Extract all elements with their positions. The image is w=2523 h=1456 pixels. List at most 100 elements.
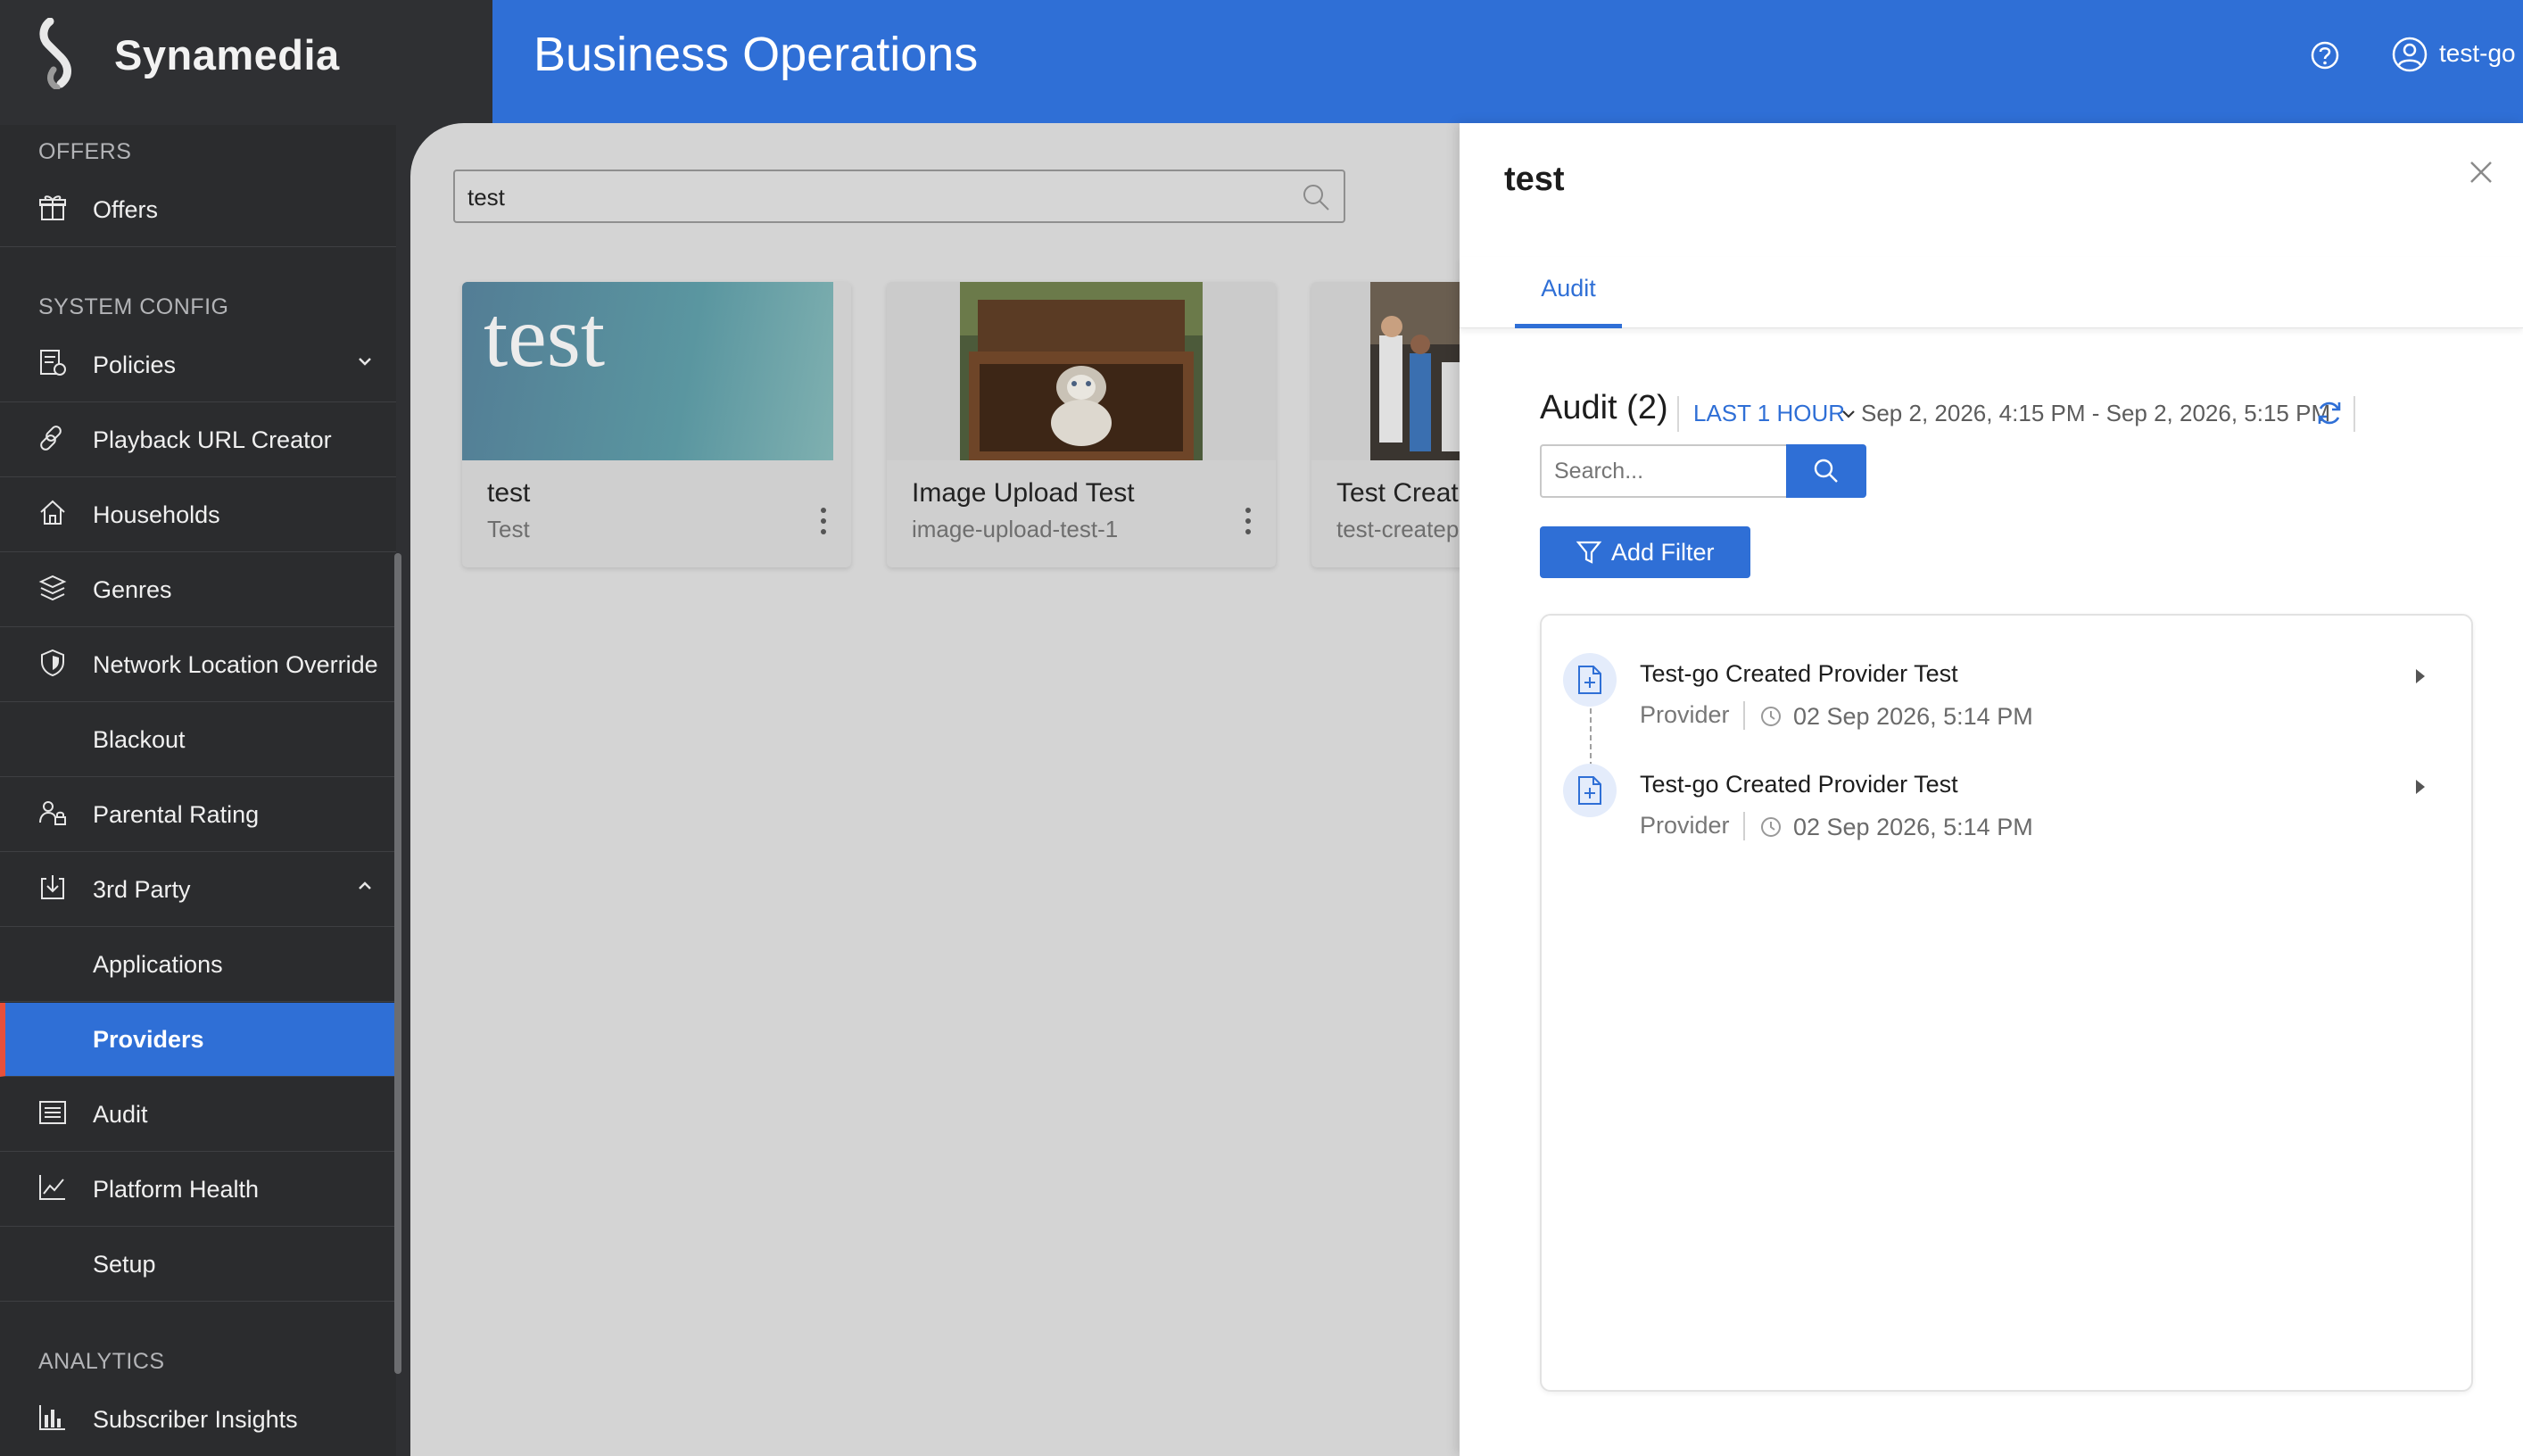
sidebar-item-policies[interactable]: Policies: [0, 328, 396, 402]
audit-entry[interactable]: Test-go Created Provider Test Provider 0…: [1563, 764, 2455, 862]
card-subtitle: test-createp: [1336, 516, 1460, 542]
card-subtitle: image-upload-test-1: [912, 516, 1119, 542]
audit-search-button[interactable]: [1786, 444, 1866, 498]
sidebar-item-setup[interactable]: Setup: [0, 1228, 396, 1302]
chevron-up-icon: [359, 881, 371, 889]
sidebar-item-label: Parental Rating: [93, 801, 260, 828]
document-add-icon: [1563, 653, 1617, 707]
sidebar-item-households[interactable]: Households: [0, 478, 396, 552]
provider-card[interactable]: test test Test: [462, 282, 851, 567]
brand: Synamedia: [0, 0, 492, 116]
provider-card[interactable]: Image Upload Test image-upload-test-1: [887, 282, 1276, 567]
card-subtitle: Test: [487, 516, 530, 542]
expand-caret-icon[interactable]: [2411, 776, 2428, 798]
expand-caret-icon[interactable]: [2411, 666, 2428, 687]
sidebar-item-playback-url-creator[interactable]: Playback URL Creator: [0, 403, 396, 477]
audit-entry-type: Provider: [1640, 812, 1730, 839]
sidebar-item-label: Playback URL Creator: [93, 426, 332, 453]
user-name[interactable]: test-go: [2439, 39, 2516, 68]
home-icon: [37, 498, 68, 528]
divider: [1743, 812, 1745, 840]
sidebar-item-genres[interactable]: Genres: [0, 553, 396, 627]
time-range-select[interactable]: LAST 1 HOUR: [1693, 400, 1845, 427]
filter-icon: [1576, 541, 1602, 564]
more-options-icon[interactable]: [1242, 503, 1254, 539]
audit-list: Test-go Created Provider Test Provider 0…: [1540, 614, 2473, 1392]
sidebar-item-blackout[interactable]: Blackout: [0, 703, 396, 777]
audit-entry-time: 02 Sep 2026, 5:14 PM: [1793, 703, 2033, 730]
clock-icon: [1761, 707, 1781, 726]
sidebar-item-label: Applications: [93, 951, 223, 978]
bar-chart-icon: [37, 1402, 68, 1433]
search-icon[interactable]: [1301, 182, 1331, 212]
suitcase-cat-image: [960, 282, 1203, 460]
sidebar-item-label: Households: [93, 501, 220, 528]
audit-search-input[interactable]: [1540, 444, 1786, 498]
divider: [1677, 396, 1679, 432]
refresh-icon[interactable]: [2314, 398, 2345, 428]
sidebar-item-label: Blackout: [93, 726, 186, 753]
section-title-analytics: ANALYTICS: [38, 1349, 165, 1374]
sidebar-item-label: Offers: [93, 196, 159, 223]
sidebar-item-offers[interactable]: Offers: [0, 173, 396, 247]
sidebar-item-label: Subscriber Insights: [93, 1406, 298, 1433]
sidebar-item-label: Policies: [93, 352, 177, 378]
audit-entry[interactable]: Test-go Created Provider Test Provider 0…: [1563, 653, 2455, 751]
sidebar-scrollbar[interactable]: [394, 553, 401, 1374]
layers-icon: [37, 573, 68, 603]
user-avatar-icon[interactable]: [2391, 36, 2428, 73]
gift-icon: [37, 193, 68, 223]
sidebar-item-network-location-override[interactable]: Network Location Override: [0, 628, 396, 702]
provider-search-input[interactable]: test: [453, 170, 1345, 223]
link-icon: [37, 423, 68, 453]
page-title: Business Operations: [534, 28, 979, 81]
divider: [1743, 701, 1745, 730]
card-title: Image Upload Test: [912, 478, 1135, 508]
sidebar-item-label: Network Location Override: [93, 651, 378, 678]
more-options-icon[interactable]: [817, 503, 830, 539]
details-drawer: test Audit Audit (2) LAST 1 HOUR Sep 2, …: [1460, 123, 2523, 1456]
top-header: Business Operations test-go: [492, 0, 2523, 125]
drawer-tabs: Audit: [1460, 257, 2523, 328]
sidebar-item-label: Audit: [93, 1101, 148, 1128]
parental-icon: [37, 798, 68, 828]
policies-icon: [37, 348, 68, 378]
clock-icon: [1761, 817, 1781, 837]
sidebar-item-subscriber-insights[interactable]: Subscriber Insights: [0, 1383, 396, 1456]
close-icon[interactable]: [2468, 159, 2494, 186]
chevron-down-icon[interactable]: [1840, 405, 1857, 423]
thumbnail-text: test: [484, 289, 606, 385]
section-title-offers: OFFERS: [38, 139, 132, 164]
card-thumbnail: [887, 282, 1276, 460]
time-range-text: Sep 2, 2026, 4:15 PM - Sep 2, 2026, 5:15…: [1861, 400, 2331, 426]
help-icon[interactable]: [2309, 39, 2341, 71]
sidebar-item-audit[interactable]: Audit: [0, 1078, 396, 1152]
section-title-system-config: SYSTEM CONFIG: [38, 294, 229, 319]
chevron-down-icon: [359, 358, 371, 366]
audit-entry-title: Test-go Created Provider Test: [1640, 660, 1958, 687]
sidebar-item-label: Providers: [93, 1026, 204, 1053]
card-thumbnail: test: [462, 282, 833, 460]
sidebar-item-label: Genres: [93, 576, 172, 603]
brand-name: Synamedia: [114, 31, 340, 79]
synamedia-logo-icon: [39, 18, 71, 89]
sidebar-item-platform-health[interactable]: Platform Health: [0, 1153, 396, 1227]
audit-entry-title: Test-go Created Provider Test: [1640, 771, 1958, 798]
card-title: Test Create: [1336, 478, 1474, 508]
audit-heading: Audit (2): [1540, 389, 1668, 426]
sidebar-item-providers[interactable]: Providers: [0, 1003, 396, 1077]
shield-icon: [37, 648, 68, 678]
search-value: test: [467, 184, 505, 211]
sidebar-item-label: Platform Health: [93, 1176, 260, 1203]
chart-icon: [37, 1172, 68, 1203]
divider: [2353, 396, 2355, 432]
drawer-title: test: [1504, 161, 1565, 198]
sidebar-item-3rd-party[interactable]: 3rd Party: [0, 853, 396, 927]
tab-audit[interactable]: Audit: [1515, 257, 1622, 328]
search-icon: [1814, 459, 1838, 483]
sidebar-item-parental-rating[interactable]: Parental Rating: [0, 778, 396, 852]
sidebar-item-applications[interactable]: Applications: [0, 928, 396, 1002]
add-filter-button[interactable]: Add Filter: [1540, 526, 1750, 578]
audit-entry-type: Provider: [1640, 701, 1730, 728]
sidebar-item-label: 3rd Party: [93, 876, 191, 903]
